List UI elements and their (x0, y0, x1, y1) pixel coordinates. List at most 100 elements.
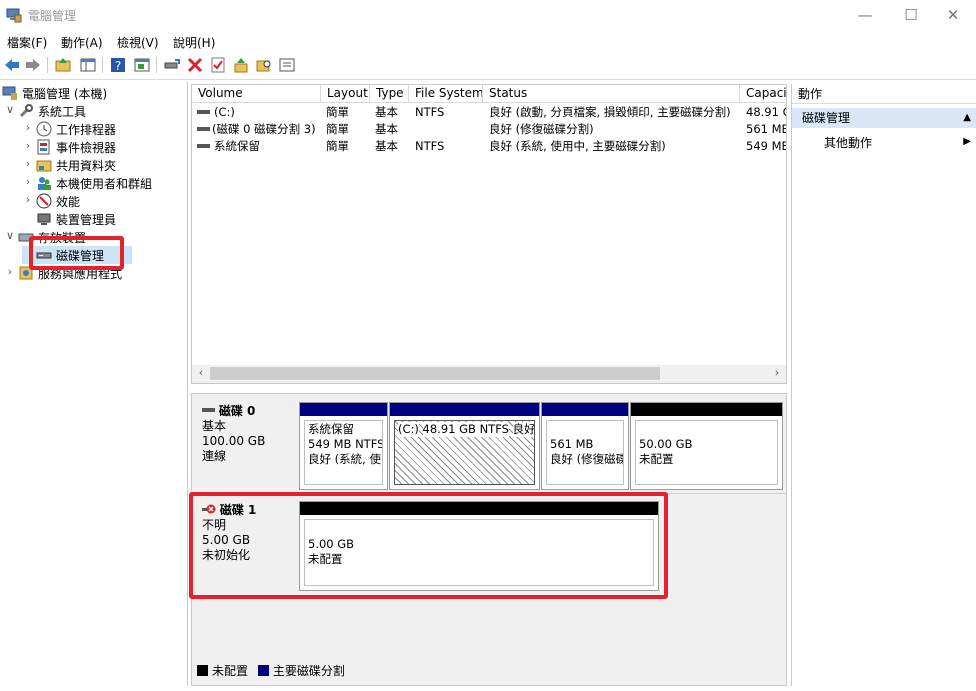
performance-icon (36, 193, 52, 209)
chevron-down-icon[interactable]: ∨ (4, 229, 16, 242)
disk-1-label[interactable]: 磁碟 1 不明 5.00 GB 未初始化 (192, 503, 296, 591)
disk-0-label[interactable]: 磁碟 0 基本 100.00 GB 連線 (192, 404, 296, 492)
navigation-tree: 電腦管理 (本機) ∨ 系統工具 › 工作排程器 › 事件檢視器 › 共用資料夾… (0, 82, 188, 686)
tree-item-task-scheduler[interactable]: › 工作排程器 (22, 120, 186, 138)
column-header-capacity[interactable]: Capaci (740, 85, 786, 103)
column-header-file-system[interactable]: File System (409, 85, 483, 103)
partition-size: 549 MB NTFS (308, 437, 383, 451)
list-view-icon[interactable] (278, 56, 296, 74)
cell-layout: 簡單 (326, 122, 349, 136)
column-header-type[interactable]: Type (370, 85, 409, 103)
forward-arrow-icon[interactable] (24, 56, 42, 74)
horizontal-scrollbar[interactable]: ‹ › (192, 365, 786, 383)
maximize-button[interactable]: ☐ (888, 0, 934, 30)
chevron-down-icon[interactable]: ∨ (4, 103, 16, 116)
scroll-left-icon[interactable]: ‹ (193, 366, 209, 379)
actions-more[interactable]: 其他動作 (824, 134, 872, 151)
volume-icon (197, 110, 210, 114)
column-header-status[interactable]: Status (483, 85, 740, 103)
unallocated-bar (300, 502, 658, 515)
collapse-up-icon[interactable]: ▲ (963, 108, 971, 128)
legend-swatch-unallocated (197, 665, 208, 676)
tree-item-system-tools[interactable]: ∨ 系統工具 (4, 102, 184, 120)
menu-view[interactable]: 檢視(V) (117, 34, 159, 51)
minimize-button[interactable]: — (842, 0, 888, 30)
chevron-right-icon[interactable]: › (4, 265, 16, 278)
tree-item-storage[interactable]: ∨ 存放裝置 (4, 228, 184, 246)
disk-1-status: 未初始化 (202, 548, 251, 562)
up-folder-icon[interactable] (54, 56, 72, 74)
properties-pane-icon[interactable] (133, 56, 151, 74)
tree-label: 系統工具 (38, 105, 87, 119)
tree-item-device-manager[interactable]: 裝置管理員 (22, 210, 186, 228)
tree-item-services[interactable]: › 服務與應用程式 (4, 264, 184, 282)
cell-status: 良好 (修復磁碟分割) (489, 122, 594, 136)
tree-item-event-viewer[interactable]: › 事件檢視器 (22, 138, 186, 156)
tree-item-shared-folders[interactable]: › 共用資料夾 (22, 156, 186, 174)
scroll-right-icon[interactable]: › (769, 366, 785, 379)
title-bar: 電腦管理 — ☐ ✕ (0, 0, 976, 30)
computer-management-icon (6, 8, 22, 23)
partition-recovery[interactable]: 561 MB 良好 (修復磁碟 (541, 402, 629, 490)
cell-status: 良好 (啟動, 分頁檔案, 損毀傾印, 主要磁碟分割) (489, 105, 731, 119)
chevron-right-icon[interactable]: › (22, 175, 34, 188)
tree-label: 工作排程器 (56, 123, 117, 137)
legend: 未配置 主要磁碟分割 (197, 662, 345, 679)
help-icon[interactable]: ? (109, 56, 127, 74)
tree-label: 服務與應用程式 (38, 267, 123, 281)
back-arrow-icon[interactable] (3, 56, 21, 74)
tree-label: 磁碟管理 (56, 249, 105, 263)
connect-disk-icon[interactable] (163, 56, 181, 74)
disk-1-type: 不明 (202, 518, 227, 532)
primary-partition-bar (390, 403, 539, 416)
cell-capacity: 561 ME (746, 122, 787, 136)
tree-label: 共用資料夾 (56, 159, 117, 173)
import-icon[interactable] (232, 56, 250, 74)
search-folder-icon[interactable] (255, 56, 273, 74)
column-header-volume[interactable]: Volume (192, 85, 321, 103)
partition-size: 50.00 GB (639, 437, 693, 451)
chevron-right-icon[interactable]: › (22, 157, 34, 170)
partition-unallocated-disk1[interactable]: 5.00 GB 未配置 (299, 501, 659, 591)
chevron-right-icon[interactable]: › (22, 139, 34, 152)
partition-label (639, 422, 774, 437)
actions-disk-management[interactable]: 磁碟管理 ▲ (792, 108, 976, 128)
submenu-arrow-icon[interactable]: ▶ (963, 136, 971, 147)
column-header-layout[interactable]: Layout (321, 85, 370, 103)
actions-header: 動作 (792, 84, 976, 104)
computer-management-icon (2, 86, 17, 100)
partition-details: 系統保留 549 MB NTFS 良好 (系統, 使 (304, 420, 383, 485)
delete-icon[interactable] (186, 56, 204, 74)
partition-c-drive[interactable]: (C:) 48.91 GB NTFS 良好 (啟動, 分頁檔案, 損毀 (389, 402, 540, 490)
menu-action[interactable]: 動作(A) (61, 34, 103, 51)
unallocated-bar (631, 403, 782, 416)
chevron-right-icon[interactable]: › (22, 121, 34, 134)
services-icon (19, 266, 33, 280)
tree-label: 事件檢視器 (56, 141, 117, 155)
tree-item-local-users[interactable]: › 本機使用者和群組 (22, 174, 186, 192)
menu-file[interactable]: 檔案(F) (7, 34, 47, 51)
tree-label: 本機使用者和群組 (56, 177, 153, 191)
chevron-right-icon[interactable]: › (22, 193, 34, 206)
tree-item-performance[interactable]: › 效能 (22, 192, 186, 210)
partition-details: 561 MB 良好 (修復磁碟 (546, 420, 624, 485)
disk-0-type: 基本 (202, 419, 227, 433)
partition-unallocated-disk0[interactable]: 50.00 GB 未配置 (630, 402, 783, 490)
disk-icon (36, 252, 52, 259)
show-hide-tree-icon[interactable] (79, 56, 97, 74)
scrollbar-thumb[interactable] (210, 367, 660, 380)
menu-help[interactable]: 說明(H) (173, 34, 215, 51)
actions-section-label: 磁碟管理 (802, 111, 851, 125)
disk-graphical-view: 磁碟 0 基本 100.00 GB 連線 系統保留 549 MB NTFS 良好… (191, 393, 787, 686)
tree-item-root[interactable]: 電腦管理 (本機) (2, 84, 186, 102)
partition-status: 良好 (系統, 使 (308, 452, 381, 466)
partition-system-reserved[interactable]: 系統保留 549 MB NTFS 良好 (系統, 使 (299, 402, 388, 490)
legend-primary: 主要磁碟分割 (272, 664, 345, 678)
clock-icon (36, 121, 52, 137)
window-title: 電腦管理 (28, 9, 77, 23)
tree-item-disk-management[interactable]: 磁碟管理 (22, 246, 132, 264)
close-button[interactable]: ✕ (930, 0, 976, 30)
partition-status: 良好 (修復磁碟 (550, 452, 624, 466)
check-icon[interactable] (209, 56, 227, 74)
more-actions-label: 其他動作 (824, 136, 873, 150)
